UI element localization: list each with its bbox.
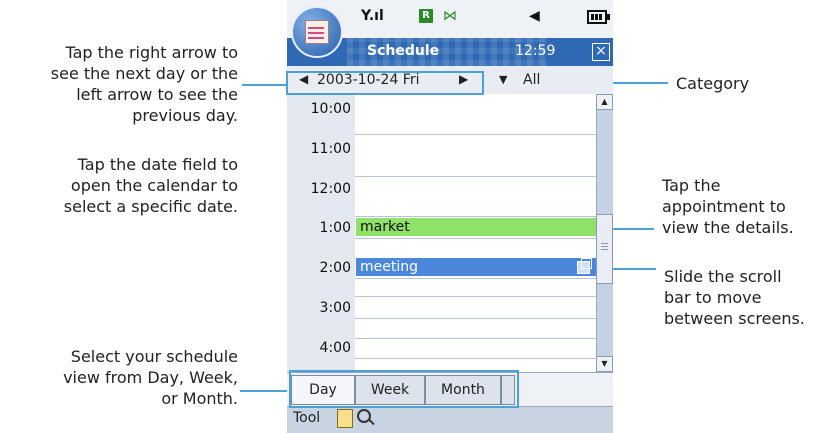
- grid-line: [355, 176, 596, 177]
- category-select[interactable]: All: [523, 72, 540, 88]
- volume-icon: ◀: [529, 8, 540, 24]
- multi-appointment-icon: [577, 258, 592, 274]
- category-dropdown-icon[interactable]: ▼: [499, 73, 507, 86]
- roaming-icon: R: [419, 9, 433, 23]
- new-memo-icon[interactable]: [337, 409, 353, 428]
- grid-line: [355, 134, 596, 135]
- page-title: Schedule: [367, 43, 440, 59]
- annotation-view-select: Select your schedule view from Day, Week…: [63, 347, 238, 408]
- highlight-date-field: [286, 71, 484, 95]
- time-label: 12:00: [310, 181, 351, 197]
- phone-screen: Y.ıl R ⋈ ◀ Schedule 12:59 × ◀ 2003-10-24…: [287, 0, 613, 433]
- battery-icon: [587, 10, 610, 24]
- search-icon[interactable]: [357, 409, 371, 423]
- scroll-thumb[interactable]: [596, 214, 613, 284]
- time-label: 3:00: [319, 300, 351, 316]
- annotation-category: Category: [676, 74, 750, 93]
- appointment-market[interactable]: market: [356, 218, 596, 236]
- scroll-up-button[interactable]: ▲: [596, 94, 613, 110]
- time-label: 11:00: [310, 141, 351, 157]
- grid-line: [355, 216, 596, 217]
- leader-date-nav: [242, 84, 288, 86]
- toolbar: [287, 406, 613, 433]
- bluetooth-icon: ⋈: [443, 8, 457, 24]
- clock: 12:59: [515, 43, 556, 59]
- annotation-scrollbar: Slide the scroll bar to move between scr…: [664, 267, 805, 328]
- time-label: 2:00: [319, 260, 351, 276]
- grid-line: [355, 358, 596, 359]
- grid-line: [355, 278, 596, 279]
- close-button[interactable]: ×: [592, 43, 610, 61]
- grid-line: [355, 238, 596, 239]
- annotation-appointment: Tap the appointment to view the details.: [662, 176, 794, 237]
- annotation-date-field: Tap the date field to open the calendar …: [63, 155, 238, 216]
- leader-view-select: [240, 390, 290, 392]
- time-label: 4:00: [319, 340, 351, 356]
- scroll-down-button[interactable]: ▼: [596, 356, 613, 372]
- signal-icon: Y.ıl: [361, 8, 384, 24]
- schedule-app-icon: [291, 6, 343, 58]
- leader-scrollbar: [608, 268, 656, 270]
- time-label: 1:00: [319, 220, 351, 236]
- appointment-meeting[interactable]: meeting: [356, 258, 596, 276]
- annotation-date-nav: Tap the right arrow to see the next day …: [50, 43, 238, 125]
- grid-line: [355, 338, 596, 339]
- tool-menu[interactable]: Tool: [293, 410, 320, 426]
- time-label: 10:00: [310, 101, 351, 117]
- highlight-view-tabs: [289, 370, 519, 408]
- grid-line: [355, 318, 596, 319]
- grid-line: [355, 296, 596, 297]
